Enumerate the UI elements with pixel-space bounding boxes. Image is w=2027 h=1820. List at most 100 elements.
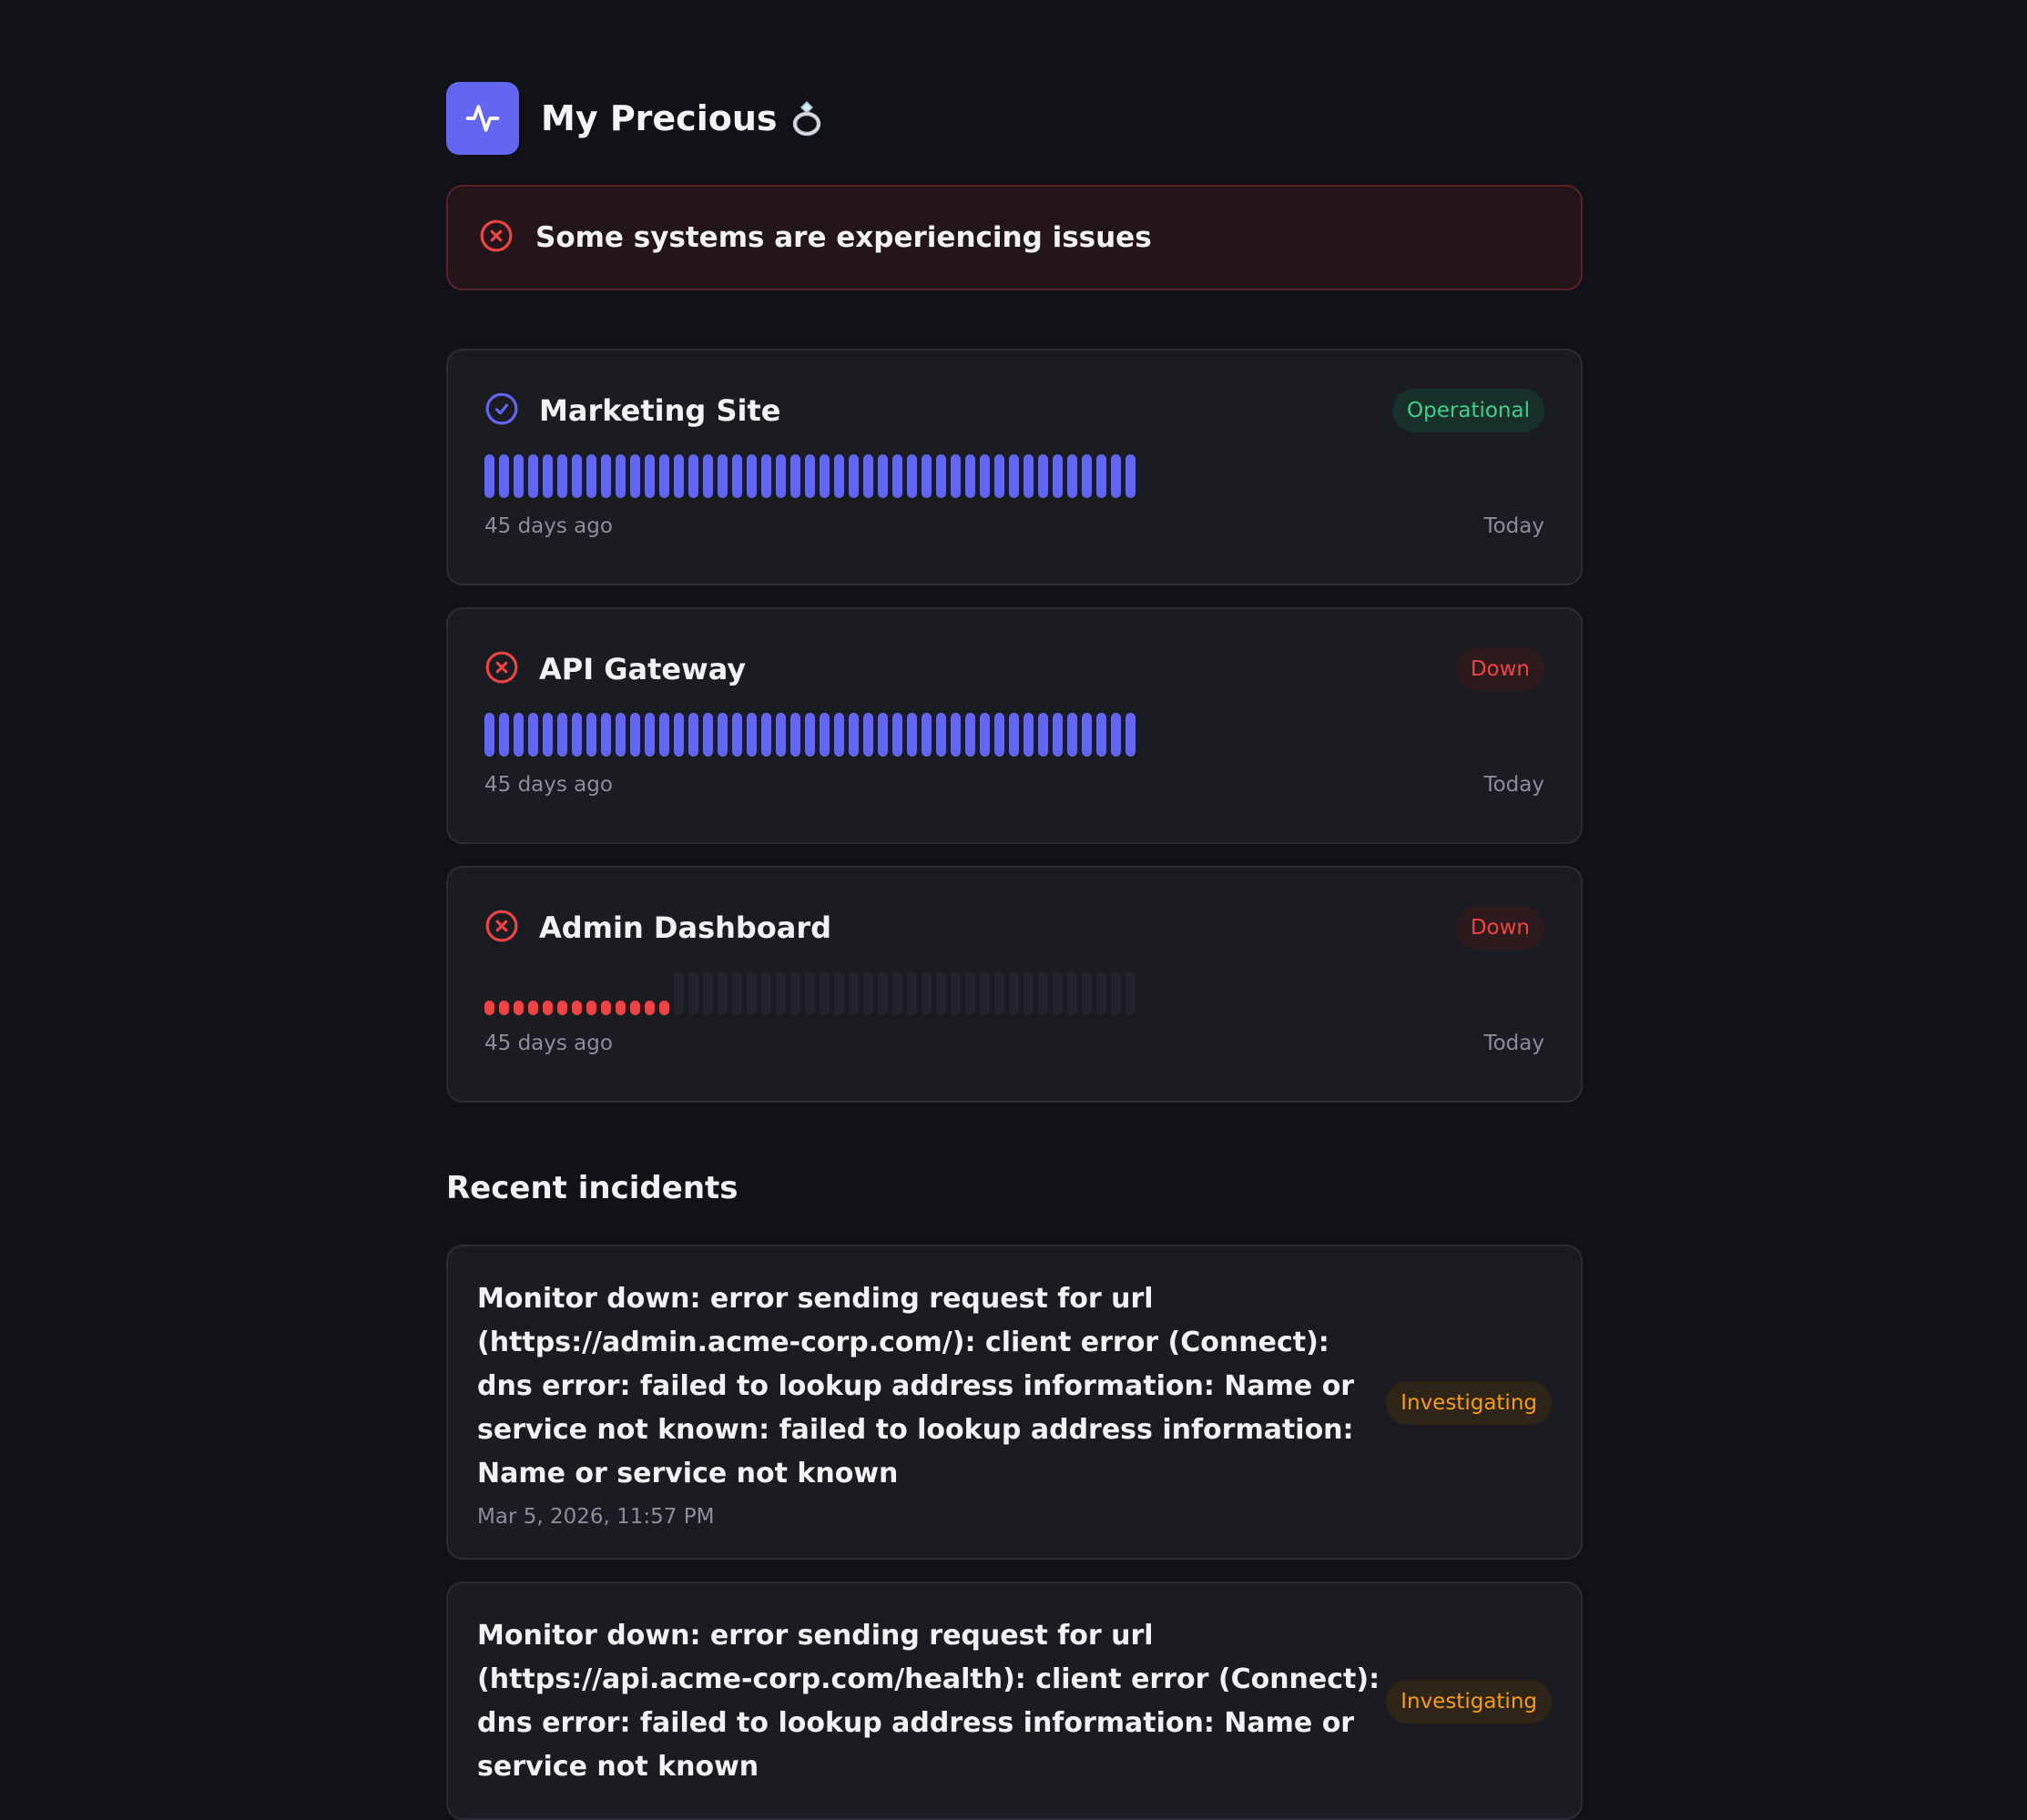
uptime-day-no-data[interactable] bbox=[688, 971, 698, 1015]
uptime-day-up[interactable] bbox=[543, 713, 553, 757]
uptime-day-up[interactable] bbox=[499, 713, 509, 757]
uptime-day-up[interactable] bbox=[1038, 713, 1048, 757]
uptime-day-up[interactable] bbox=[1096, 454, 1106, 498]
uptime-day-no-data[interactable] bbox=[1096, 971, 1106, 1015]
uptime-day-up[interactable] bbox=[557, 454, 567, 498]
uptime-day-up[interactable] bbox=[863, 454, 873, 498]
uptime-day-up[interactable] bbox=[1053, 454, 1063, 498]
uptime-day-up[interactable] bbox=[761, 454, 771, 498]
uptime-day-no-data[interactable] bbox=[878, 971, 888, 1015]
uptime-day-up[interactable] bbox=[514, 713, 524, 757]
uptime-day-up[interactable] bbox=[994, 454, 1004, 498]
uptime-day-up[interactable] bbox=[1067, 454, 1077, 498]
uptime-day-up[interactable] bbox=[484, 454, 494, 498]
uptime-day-no-data[interactable] bbox=[1082, 971, 1092, 1015]
uptime-day-up[interactable] bbox=[543, 454, 553, 498]
uptime-day-up[interactable] bbox=[936, 713, 946, 757]
uptime-day-down[interactable] bbox=[484, 1001, 494, 1015]
uptime-day-up[interactable] bbox=[645, 454, 655, 498]
uptime-day-up[interactable] bbox=[907, 713, 917, 757]
uptime-day-up[interactable] bbox=[1082, 713, 1092, 757]
uptime-day-up[interactable] bbox=[790, 713, 800, 757]
uptime-day-up[interactable] bbox=[1126, 454, 1136, 498]
uptime-day-up[interactable] bbox=[1082, 454, 1092, 498]
uptime-day-no-data[interactable] bbox=[965, 971, 975, 1015]
uptime-day-up[interactable] bbox=[616, 713, 626, 757]
uptime-day-up[interactable] bbox=[586, 454, 596, 498]
uptime-day-no-data[interactable] bbox=[1038, 971, 1048, 1015]
uptime-day-down[interactable] bbox=[630, 1001, 640, 1015]
uptime-day-up[interactable] bbox=[965, 713, 975, 757]
uptime-day-up[interactable] bbox=[776, 454, 786, 498]
uptime-day-up[interactable] bbox=[776, 713, 786, 757]
uptime-day-up[interactable] bbox=[849, 713, 859, 757]
incident-card[interactable]: Monitor down: error sending request for … bbox=[446, 1245, 1583, 1560]
uptime-day-no-data[interactable] bbox=[1067, 971, 1077, 1015]
uptime-day-up[interactable] bbox=[805, 454, 815, 498]
uptime-day-up[interactable] bbox=[863, 713, 873, 757]
uptime-day-no-data[interactable] bbox=[849, 971, 859, 1015]
uptime-day-up[interactable] bbox=[878, 454, 888, 498]
uptime-day-no-data[interactable] bbox=[994, 971, 1004, 1015]
uptime-day-up[interactable] bbox=[849, 454, 859, 498]
uptime-day-up[interactable] bbox=[688, 454, 698, 498]
uptime-day-up[interactable] bbox=[718, 454, 728, 498]
uptime-day-up[interactable] bbox=[805, 713, 815, 757]
uptime-day-up[interactable] bbox=[1096, 713, 1106, 757]
uptime-day-up[interactable] bbox=[834, 713, 844, 757]
uptime-day-up[interactable] bbox=[586, 713, 596, 757]
uptime-day-up[interactable] bbox=[965, 454, 975, 498]
uptime-day-up[interactable] bbox=[616, 454, 626, 498]
uptime-day-up[interactable] bbox=[703, 454, 713, 498]
incident-card[interactable]: Monitor down: error sending request for … bbox=[446, 1581, 1583, 1820]
uptime-day-up[interactable] bbox=[994, 713, 1004, 757]
uptime-day-up[interactable] bbox=[630, 454, 640, 498]
uptime-day-no-data[interactable] bbox=[776, 971, 786, 1015]
uptime-day-no-data[interactable] bbox=[834, 971, 844, 1015]
uptime-day-up[interactable] bbox=[1067, 713, 1077, 757]
uptime-day-up[interactable] bbox=[703, 713, 713, 757]
uptime-day-up[interactable] bbox=[820, 454, 830, 498]
uptime-day-no-data[interactable] bbox=[980, 971, 990, 1015]
uptime-day-up[interactable] bbox=[601, 454, 611, 498]
uptime-day-up[interactable] bbox=[1024, 454, 1034, 498]
uptime-day-up[interactable] bbox=[936, 454, 946, 498]
uptime-day-up[interactable] bbox=[892, 454, 902, 498]
uptime-day-up[interactable] bbox=[484, 713, 494, 757]
uptime-day-up[interactable] bbox=[601, 713, 611, 757]
uptime-day-up[interactable] bbox=[747, 713, 757, 757]
uptime-day-no-data[interactable] bbox=[1053, 971, 1063, 1015]
uptime-day-up[interactable] bbox=[630, 713, 640, 757]
uptime-day-up[interactable] bbox=[514, 454, 524, 498]
uptime-day-no-data[interactable] bbox=[1111, 971, 1121, 1015]
uptime-day-up[interactable] bbox=[761, 713, 771, 757]
uptime-day-no-data[interactable] bbox=[863, 971, 873, 1015]
uptime-day-up[interactable] bbox=[732, 454, 742, 498]
uptime-day-no-data[interactable] bbox=[1024, 971, 1034, 1015]
uptime-day-down[interactable] bbox=[528, 1001, 538, 1015]
uptime-day-up[interactable] bbox=[922, 454, 932, 498]
uptime-day-no-data[interactable] bbox=[703, 971, 713, 1015]
uptime-day-up[interactable] bbox=[674, 454, 684, 498]
uptime-day-up[interactable] bbox=[688, 713, 698, 757]
uptime-day-up[interactable] bbox=[1038, 454, 1048, 498]
uptime-day-no-data[interactable] bbox=[805, 971, 815, 1015]
uptime-day-up[interactable] bbox=[528, 454, 538, 498]
uptime-day-no-data[interactable] bbox=[820, 971, 830, 1015]
uptime-day-up[interactable] bbox=[951, 713, 961, 757]
uptime-day-up[interactable] bbox=[1053, 713, 1063, 757]
uptime-day-no-data[interactable] bbox=[761, 971, 771, 1015]
uptime-day-no-data[interactable] bbox=[747, 971, 757, 1015]
uptime-day-no-data[interactable] bbox=[892, 971, 902, 1015]
uptime-day-up[interactable] bbox=[1024, 713, 1034, 757]
uptime-day-up[interactable] bbox=[659, 713, 669, 757]
uptime-day-no-data[interactable] bbox=[907, 971, 917, 1015]
uptime-day-down[interactable] bbox=[499, 1001, 509, 1015]
uptime-day-up[interactable] bbox=[980, 713, 990, 757]
uptime-day-no-data[interactable] bbox=[922, 971, 932, 1015]
uptime-day-up[interactable] bbox=[1126, 713, 1136, 757]
uptime-day-up[interactable] bbox=[645, 713, 655, 757]
uptime-day-no-data[interactable] bbox=[936, 971, 946, 1015]
uptime-day-up[interactable] bbox=[732, 713, 742, 757]
uptime-day-down[interactable] bbox=[572, 1001, 582, 1015]
